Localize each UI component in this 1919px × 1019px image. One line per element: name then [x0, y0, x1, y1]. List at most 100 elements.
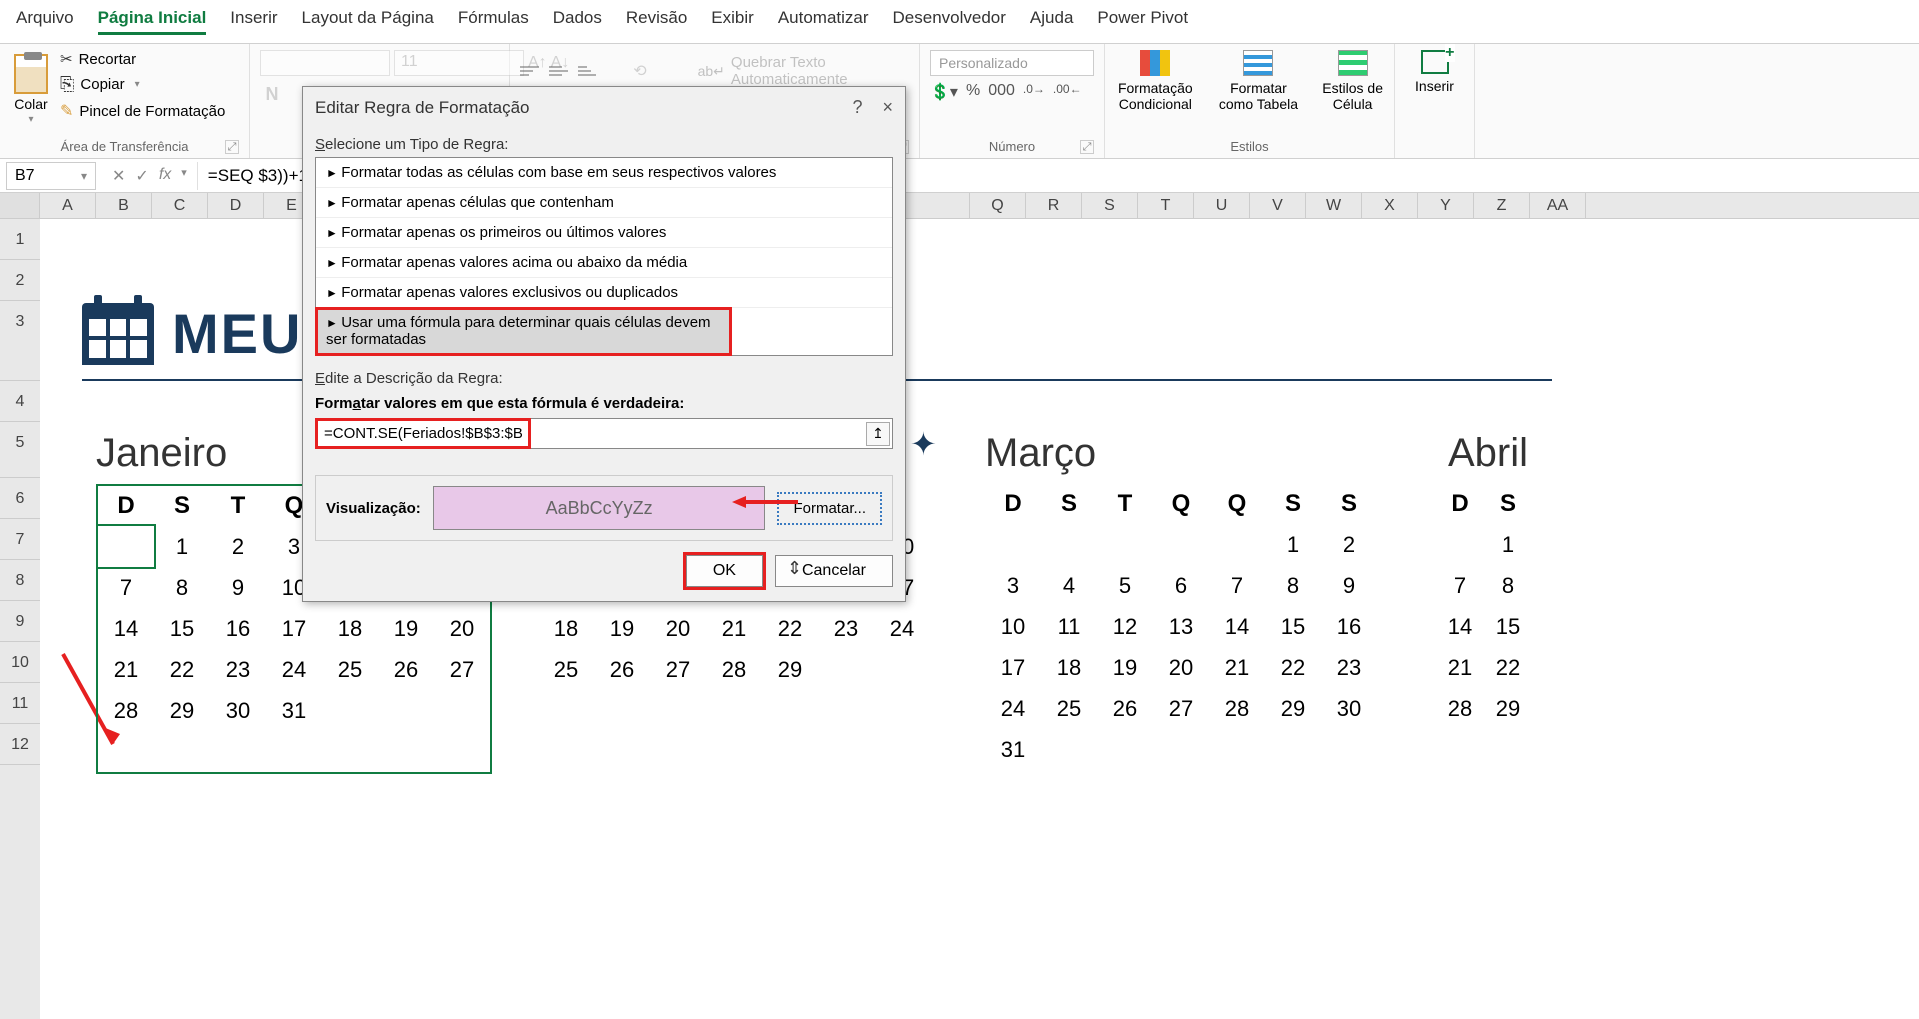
day-cell[interactable]: 7: [1209, 565, 1265, 606]
day-cell[interactable]: 28: [706, 649, 762, 690]
select-all-corner[interactable]: [0, 193, 40, 218]
rule-type-item[interactable]: Formatar apenas valores acima ou abaixo …: [316, 248, 892, 278]
day-cell[interactable]: [322, 731, 378, 772]
day-cell[interactable]: [706, 690, 762, 731]
bold-button[interactable]: N: [260, 82, 284, 106]
day-cell[interactable]: 22: [1488, 647, 1528, 688]
day-cell[interactable]: [322, 690, 378, 731]
menu-automatizar[interactable]: Automatizar: [778, 8, 869, 35]
day-cell[interactable]: 24: [985, 688, 1041, 729]
day-cell[interactable]: 14: [1432, 606, 1488, 647]
align-top-icon[interactable]: [520, 62, 539, 80]
rule-type-item[interactable]: Formatar todas as células com base em se…: [316, 158, 892, 188]
day-cell[interactable]: [1321, 729, 1377, 770]
day-cell[interactable]: [1153, 524, 1209, 565]
day-cell[interactable]: 27: [1153, 688, 1209, 729]
day-cell[interactable]: 18: [1041, 647, 1097, 688]
day-cell[interactable]: 19: [378, 608, 434, 649]
day-cell[interactable]: 26: [1097, 688, 1153, 729]
font-family-select[interactable]: [260, 50, 390, 76]
day-cell[interactable]: 8: [1265, 565, 1321, 606]
menu-inserir[interactable]: Inserir: [230, 8, 277, 35]
day-cell[interactable]: [98, 731, 154, 772]
day-cell[interactable]: 2: [210, 526, 266, 567]
format-as-table-button[interactable]: Formatar como Tabela: [1214, 50, 1304, 112]
menu-pagina-inicial[interactable]: Página Inicial: [98, 8, 207, 35]
day-cell[interactable]: 7: [98, 567, 154, 608]
align-middle-icon[interactable]: [549, 62, 568, 80]
row-header[interactable]: 8: [0, 560, 40, 601]
col-header[interactable]: U: [1194, 193, 1250, 218]
day-cell[interactable]: 31: [985, 729, 1041, 770]
col-header[interactable]: B: [96, 193, 152, 218]
fx-icon[interactable]: fx: [159, 166, 171, 186]
insert-cells-button[interactable]: Inserir: [1405, 50, 1464, 94]
day-cell[interactable]: 28: [98, 690, 154, 731]
day-cell[interactable]: 1: [1488, 524, 1528, 565]
dialog-launcher-icon[interactable]: ⤢: [225, 140, 239, 154]
row-header[interactable]: 10: [0, 642, 40, 683]
day-cell[interactable]: 21: [98, 649, 154, 690]
day-cell[interactable]: 12: [1097, 606, 1153, 647]
day-cell[interactable]: [594, 690, 650, 731]
day-cell[interactable]: 5: [1097, 565, 1153, 606]
day-cell[interactable]: 30: [210, 690, 266, 731]
day-cell[interactable]: 25: [1041, 688, 1097, 729]
day-cell[interactable]: 26: [378, 649, 434, 690]
day-cell[interactable]: 15: [1488, 606, 1528, 647]
menu-arquivo[interactable]: Arquivo: [16, 8, 74, 35]
day-cell[interactable]: [818, 649, 874, 690]
menu-layout[interactable]: Layout da Página: [302, 8, 434, 35]
day-cell[interactable]: 1: [154, 526, 210, 567]
day-cell[interactable]: [1432, 729, 1488, 770]
day-cell[interactable]: 29: [1265, 688, 1321, 729]
day-cell[interactable]: 29: [1488, 688, 1528, 729]
wrap-text-button[interactable]: ab↵ Quebrar Texto Automaticamente: [698, 54, 909, 88]
day-cell[interactable]: [266, 731, 322, 772]
col-header[interactable]: D: [208, 193, 264, 218]
col-header[interactable]: Q: [970, 193, 1026, 218]
chevron-down-icon[interactable]: ▾: [181, 166, 187, 186]
day-cell[interactable]: [762, 690, 818, 731]
day-cell[interactable]: 22: [154, 649, 210, 690]
day-cell[interactable]: 24: [874, 608, 930, 649]
row-header[interactable]: 5: [0, 422, 40, 478]
col-header[interactable]: Y: [1418, 193, 1474, 218]
day-cell[interactable]: [434, 731, 490, 772]
day-cell[interactable]: 22: [1265, 647, 1321, 688]
day-cell[interactable]: 9: [1321, 565, 1377, 606]
percent-icon[interactable]: %: [966, 82, 980, 102]
rule-type-item[interactable]: Formatar apenas células que contenham: [316, 188, 892, 218]
close-icon[interactable]: ×: [882, 97, 893, 118]
day-cell[interactable]: [1097, 524, 1153, 565]
row-header[interactable]: 4: [0, 381, 40, 422]
font-size-select[interactable]: 11: [394, 50, 524, 76]
row-header[interactable]: 11: [0, 683, 40, 724]
day-cell[interactable]: [154, 731, 210, 772]
row-header[interactable]: 7: [0, 519, 40, 560]
orientation-icon[interactable]: ⟲: [633, 62, 652, 80]
menu-ajuda[interactable]: Ajuda: [1030, 8, 1073, 35]
day-cell[interactable]: 28: [1209, 688, 1265, 729]
currency-icon[interactable]: 💲▾: [930, 82, 958, 102]
day-cell[interactable]: 13: [1153, 606, 1209, 647]
formula-input-field[interactable]: [318, 421, 528, 446]
day-cell[interactable]: 19: [1097, 647, 1153, 688]
rule-type-item-formula[interactable]: Usar uma fórmula para determinar quais c…: [316, 308, 731, 355]
cancel-formula-icon[interactable]: ✕: [112, 166, 125, 186]
day-cell[interactable]: 27: [434, 649, 490, 690]
format-painter-button[interactable]: Pincel de Formatação: [60, 101, 225, 121]
day-cell[interactable]: [1209, 524, 1265, 565]
day-cell[interactable]: 21: [1209, 647, 1265, 688]
day-cell[interactable]: [874, 690, 930, 731]
paste-button[interactable]: Colar ▾: [10, 50, 52, 129]
col-header[interactable]: S: [1082, 193, 1138, 218]
day-cell[interactable]: [1209, 729, 1265, 770]
menu-revisao[interactable]: Revisão: [626, 8, 687, 35]
col-header[interactable]: W: [1306, 193, 1362, 218]
rule-type-item[interactable]: Formatar apenas os primeiros ou últimos …: [316, 218, 892, 248]
increase-decimal-icon[interactable]: .0→: [1023, 82, 1045, 102]
day-cell[interactable]: [985, 524, 1041, 565]
col-header[interactable]: R: [1026, 193, 1082, 218]
day-cell[interactable]: 25: [322, 649, 378, 690]
